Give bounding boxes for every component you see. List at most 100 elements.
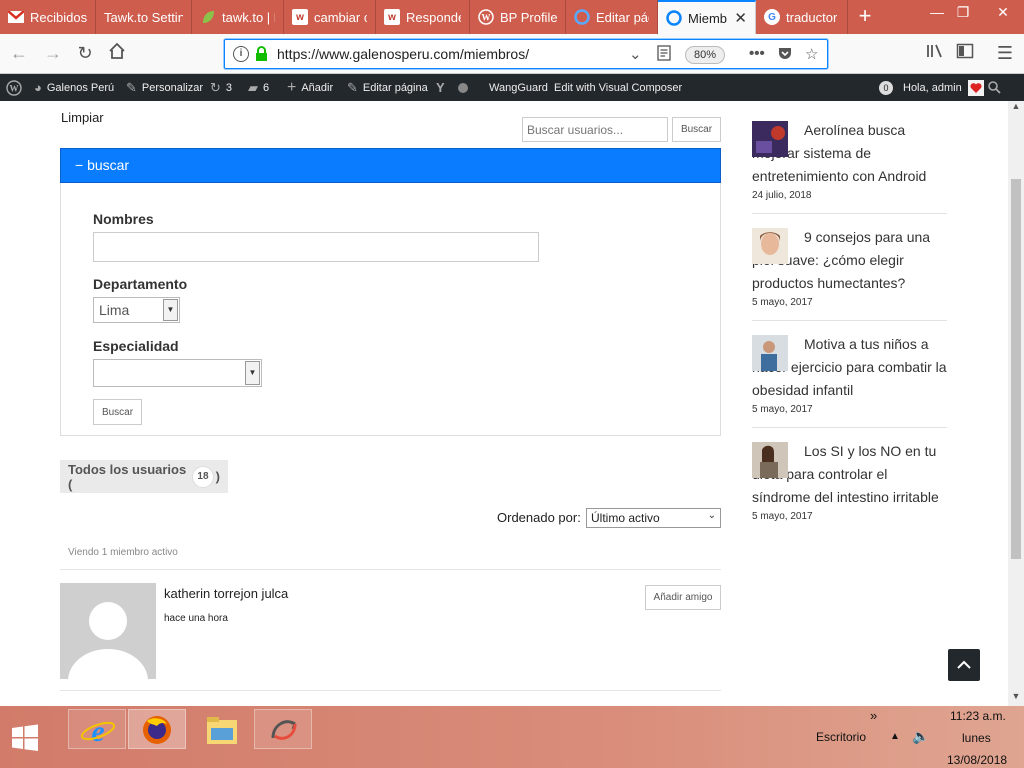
windows-start-icon[interactable] — [10, 724, 40, 752]
adminbar-visual-composer[interactable]: Edit with Visual Composer — [554, 74, 682, 101]
post-thumbnail[interactable] — [752, 228, 788, 264]
search-panel-toggle[interactable]: − buscar — [60, 148, 721, 183]
url-text[interactable]: https://www.galenosperu.com/miembros/ — [277, 46, 529, 62]
home-icon[interactable] — [104, 42, 130, 66]
taskbar-app[interactable] — [254, 709, 312, 749]
adminbar-site[interactable]: ◕ Galenos Perú — [34, 74, 114, 101]
adminbar-notifications[interactable]: 0 — [879, 74, 901, 101]
minimize-icon[interactable]: — — [924, 2, 950, 24]
adminbar-search-icon[interactable] — [988, 74, 1001, 101]
back-icon[interactable]: ← — [6, 42, 32, 66]
yoast-icon[interactable]: Y — [436, 74, 445, 101]
especialidad-select[interactable]: ▼ — [93, 359, 262, 387]
reader-view-icon[interactable] — [657, 45, 671, 65]
post-date: 5 mayo, 2017 — [752, 511, 813, 522]
post-date: 5 mayo, 2017 — [752, 404, 813, 415]
more-actions-icon[interactable]: ••• — [749, 45, 765, 62]
volume-icon[interactable]: 🔈 — [912, 728, 929, 745]
show-desktop-label[interactable]: Escritorio — [816, 730, 866, 744]
tab-tawk[interactable]: tawk.to | F — [192, 0, 284, 34]
close-tab-icon[interactable]: ✕ — [728, 9, 747, 27]
adminbar-comments[interactable]: ▰ 6 — [248, 74, 269, 101]
gmail-icon — [8, 9, 24, 25]
post-thumbnail[interactable] — [752, 442, 788, 478]
tab-bp-profile[interactable]: W BP Profile — [470, 0, 566, 34]
add-friend-button[interactable]: Añadir amigo — [645, 585, 721, 610]
taskbar-firefox[interactable] — [128, 709, 186, 749]
tab-traductor[interactable]: G traductor — [756, 0, 848, 34]
taskbar-file-explorer[interactable] — [192, 709, 250, 749]
sidebar-post[interactable]: Los SI y los NO en tu dieta para control… — [752, 440, 947, 522]
tray-expand-icon[interactable]: » — [870, 708, 877, 723]
adminbar-edit-page[interactable]: ✎ Editar página — [347, 74, 428, 101]
taskbar-ie[interactable]: e — [68, 709, 126, 749]
new-tab-icon[interactable]: + — [853, 4, 877, 30]
tab-cambiar[interactable]: w cambiar c — [284, 0, 376, 34]
scroll-to-top-button[interactable] — [948, 649, 980, 681]
wordpress-icon: W — [478, 9, 494, 25]
url-bar[interactable]: i https://www.galenosperu.com/miembros/ … — [224, 39, 828, 69]
library-icon[interactable] — [922, 42, 948, 66]
chevron-down-icon[interactable]: ⌄ — [629, 45, 642, 63]
member-name-link[interactable]: katherin torrejon julca — [164, 586, 288, 601]
info-icon[interactable]: i — [233, 46, 249, 62]
w-icon: w — [384, 9, 400, 25]
form-submit-button[interactable]: Buscar — [93, 399, 142, 425]
scroll-up-icon[interactable]: ▲ — [1008, 101, 1024, 115]
app-swirl-icon — [271, 720, 297, 740]
chevron-up-icon — [957, 660, 971, 669]
tab-miembros-active[interactable]: Miemb ✕ — [658, 0, 756, 34]
divider — [752, 320, 947, 321]
order-select[interactable]: Último activo ⌄ — [586, 508, 721, 528]
clock-date[interactable]: 13/08/2018 — [947, 753, 1007, 767]
departamento-select[interactable]: Lima ▼ — [93, 297, 180, 323]
tab-tawk-settings[interactable]: Tawk.to Settin — [96, 0, 192, 34]
sidebar-post[interactable]: Aerolínea busca mejorar sistema de entre… — [752, 119, 947, 201]
window-close-icon[interactable]: ✕ — [990, 2, 1016, 24]
reload-icon[interactable]: ↻ — [72, 42, 98, 66]
lock-icon[interactable] — [255, 46, 268, 62]
tray-chevron-up-icon[interactable]: ▲ — [890, 731, 900, 742]
clock-time[interactable]: 11:23 a.m. — [950, 709, 1006, 723]
wp-logo-icon[interactable]: W — [6, 74, 22, 101]
adminbar-account[interactable]: Hola, admin — [903, 74, 984, 101]
page-content: Limpiar Buscar − buscar Nombres Departam… — [0, 101, 1008, 706]
all-users-tab[interactable]: Todos los usuarios ( 18 ) — [60, 460, 228, 493]
tab-editar-pagina[interactable]: Editar pág — [566, 0, 658, 34]
pocket-icon[interactable] — [777, 45, 793, 65]
scrollbar-thumb[interactable] — [1011, 179, 1021, 559]
wp-admin-bar: W ◕ Galenos Perú ✎ Personalizar ↻ 3 ▰ 6 … — [0, 74, 1024, 101]
adminbar-updates[interactable]: ↻ 3 — [210, 74, 232, 101]
clock-day[interactable]: lunes — [962, 731, 991, 745]
internet-explorer-icon: e — [80, 715, 116, 748]
clear-filters-link[interactable]: Limpiar — [61, 110, 104, 125]
chevron-down-icon: ⌄ — [707, 510, 716, 521]
search-users-input[interactable] — [522, 117, 668, 142]
member-avatar[interactable] — [60, 583, 156, 679]
nombres-input[interactable] — [93, 232, 539, 262]
adminbar-wangguard[interactable]: WangGuard — [489, 74, 548, 101]
bookmark-star-icon[interactable]: ☆ — [805, 45, 818, 63]
adminbar-add[interactable]: + Añadir — [287, 74, 333, 101]
zoom-indicator[interactable]: 80% — [685, 46, 726, 64]
tab-recibidos[interactable]: Recibidos — [0, 0, 96, 34]
windows-taskbar: e » Escritorio ▲ 🔈 11:23 a.m. lunes 13/0… — [0, 706, 1024, 768]
dashboard-icon: ◕ — [34, 80, 42, 95]
post-thumbnail[interactable] — [752, 335, 788, 371]
menu-icon[interactable]: ☰ — [992, 42, 1018, 66]
select-arrow-icon: ▼ — [245, 361, 260, 385]
scroll-down-icon[interactable]: ▼ — [1008, 691, 1024, 705]
forward-icon[interactable]: → — [40, 42, 66, 66]
w-icon: w — [292, 9, 308, 25]
sidebar-icon[interactable] — [952, 42, 978, 66]
post-thumbnail[interactable] — [752, 121, 788, 157]
sidebar-post[interactable]: Motiva a tus niños a hacer ejercicio par… — [752, 333, 947, 415]
sidebar-post[interactable]: 9 consejos para una piel suave: ¿cómo el… — [752, 226, 947, 308]
divider — [60, 690, 721, 691]
adminbar-customize[interactable]: ✎ Personalizar — [126, 74, 203, 101]
search-users-button[interactable]: Buscar — [672, 117, 721, 142]
tab-responde[interactable]: w Responde — [376, 0, 470, 34]
post-date: 5 mayo, 2017 — [752, 297, 813, 308]
restore-icon[interactable]: ❐ — [950, 2, 976, 24]
page-scrollbar[interactable]: ▲ ▼ — [1008, 101, 1024, 706]
